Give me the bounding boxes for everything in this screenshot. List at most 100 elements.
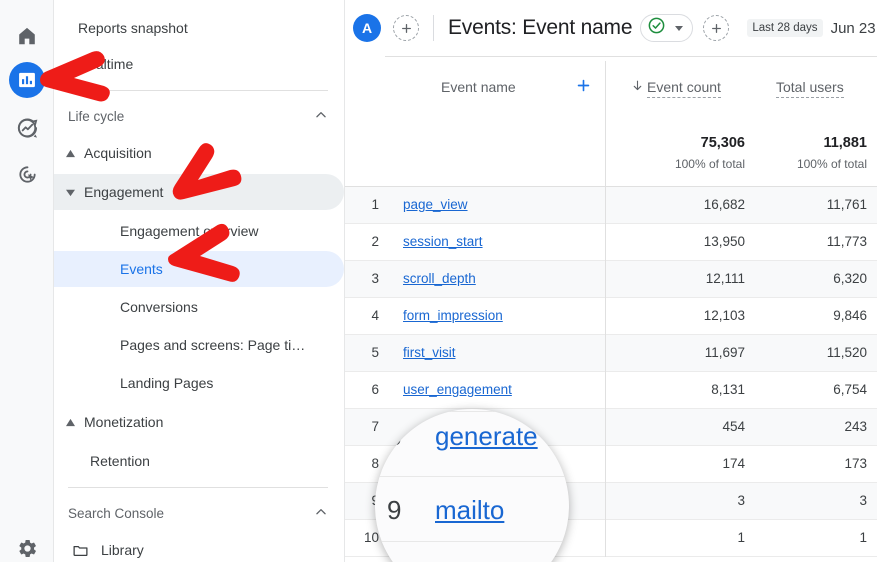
explore-icon[interactable] [9,110,45,146]
reports-icon[interactable] [9,62,45,98]
sidebar-item-retention[interactable]: Retention [54,443,344,479]
add-dimension-icon[interactable] [575,77,592,98]
home-icon[interactable] [9,18,45,54]
sidebar-item-label: Monetization [84,414,164,430]
check-circle-icon [647,16,666,40]
sidebar-item-engagement-overview[interactable]: Engagement overview [54,213,344,249]
row-event-name-link[interactable]: first_visit [403,345,456,360]
sidebar-divider-1 [68,90,328,91]
row-total-users: 6,320 [833,271,867,286]
row-total-users: 11,773 [826,234,867,249]
row-event-name-link[interactable]: user_engagement [403,382,512,397]
sidebar-item-conversions[interactable]: Conversions [54,289,344,325]
row-column-divider [605,187,606,224]
row-event-count: 12,103 [703,308,745,323]
sidebar-section-life-cycle[interactable]: Life cycle [54,99,344,133]
row-index: 6 [371,382,379,397]
row-total-users: 3 [859,493,867,508]
chevron-up-icon[interactable] [314,108,328,125]
sidebar-item-label: Engagement overview [120,223,259,239]
total-users: 11,881 [823,135,867,151]
row-column-divider [605,298,606,335]
row-event-name-link[interactable]: form_impression [403,308,503,323]
date-preset-badge[interactable]: Last 28 days [747,19,823,37]
sidebar-item-realtime[interactable]: Realtime [54,46,344,82]
sidebar-item-label: Landing Pages [120,375,214,391]
column-header-total-users[interactable]: Total users [776,79,844,98]
row-event-count: 8,131 [711,382,745,397]
date-range-label[interactable]: Jun 23 [831,20,876,37]
sidebar-section-search-console[interactable]: Search Console [54,496,344,530]
row-column-divider [605,483,606,520]
row-column-divider [605,261,606,298]
report-main-panel: A Events: Event name Last 28 days Jun 23 [345,0,877,562]
report-topbar: A Events: Event name Last 28 days Jun 23 [345,0,877,56]
row-event-name-link[interactable]: session_start [403,234,483,249]
section-label: Life cycle [68,108,125,124]
page-title: Events: Event name [448,16,633,39]
sidebar-item-label: Retention [90,453,150,469]
sidebar-item-pages-and-screens[interactable]: Pages and screens: Page ti… [54,327,344,363]
table-row[interactable]: 4 form_impression 12,103 9,846 [345,298,877,335]
magnifier-content: 7 8 generate 9 mailto 10 file_dow [375,409,569,562]
sidebar-item-reports-snapshot[interactable]: Reports snapshot [54,10,344,46]
row-event-count: 1 [737,530,745,545]
chevron-up-icon[interactable] [314,505,328,522]
row-event-name-link[interactable]: scroll_depth [403,271,476,286]
magnifier-lens: 7 8 generate 9 mailto 10 file_dow [375,409,569,562]
sidebar-item-engagement[interactable]: Engagement [54,174,344,210]
add-comparison-button[interactable] [393,15,419,41]
row-total-users: 1 [859,530,867,545]
header-column-divider [605,61,606,187]
row-event-count: 454 [722,419,745,434]
sidebar-item-monetization[interactable]: Monetization [54,404,344,440]
add-segment-button[interactable] [703,15,730,41]
table-row[interactable]: 2 session_start 13,950 11,773 [345,224,877,261]
lens-row-index: 9 [387,495,402,525]
report-status-dropdown[interactable] [640,14,694,42]
sidebar-item-events[interactable]: Events [54,251,344,287]
row-event-count: 11,697 [704,345,745,360]
table-row[interactable]: 6 user_engagement 8,131 6,754 [345,372,877,409]
lens-rule [375,541,569,542]
table-row[interactable]: 3 scroll_depth 12,111 6,320 [345,261,877,298]
row-index: 1 [371,197,379,212]
table-row[interactable]: 1 page_view 16,682 11,761 [345,187,877,224]
row-total-users: 11,520 [826,345,867,360]
caret-right-icon[interactable] [62,418,78,427]
row-column-divider [605,446,606,483]
sidebar-item-label: Acquisition [84,145,152,161]
admin-gear-icon[interactable] [9,530,45,562]
table-row[interactable]: 5 first_visit 11,697 11,520 [345,335,877,372]
row-column-divider [605,520,606,557]
section-label: Search Console [68,505,165,521]
row-total-users: 11,761 [826,197,867,212]
sidebar-item-library[interactable]: Library [54,532,344,562]
row-column-divider [605,409,606,446]
sort-descending-icon[interactable] [631,79,644,95]
total-event-count: 75,306 [700,135,745,151]
row-event-name-link[interactable]: page_view [403,197,468,212]
sidebar-item-label: Library [101,542,144,558]
sidebar-item-label: Conversions [120,299,198,315]
row-column-divider [605,372,606,409]
topbar-divider [433,15,434,41]
avatar[interactable]: A [353,14,381,42]
sidebar-item-label: Engagement [84,184,164,200]
sidebar-item-acquisition[interactable]: Acquisition [54,135,344,171]
row-index: 3 [371,271,379,286]
caret-right-icon[interactable] [62,149,78,158]
folder-icon [72,542,89,559]
caret-down-icon[interactable] [62,188,78,197]
lens-row-name[interactable]: mailto [435,495,504,526]
row-event-count: 3 [737,493,745,508]
sidebar-item-landing-pages[interactable]: Landing Pages [54,365,344,401]
advertising-icon[interactable] [9,156,45,192]
row-event-count: 174 [722,456,745,471]
lens-rule [375,476,569,477]
column-header-event-count[interactable]: Event count [647,79,721,98]
column-header-event-name[interactable]: Event name [441,79,516,95]
lens-row-name[interactable]: generate [435,421,538,452]
row-total-users: 243 [844,419,867,434]
row-event-count: 13,950 [703,234,745,249]
